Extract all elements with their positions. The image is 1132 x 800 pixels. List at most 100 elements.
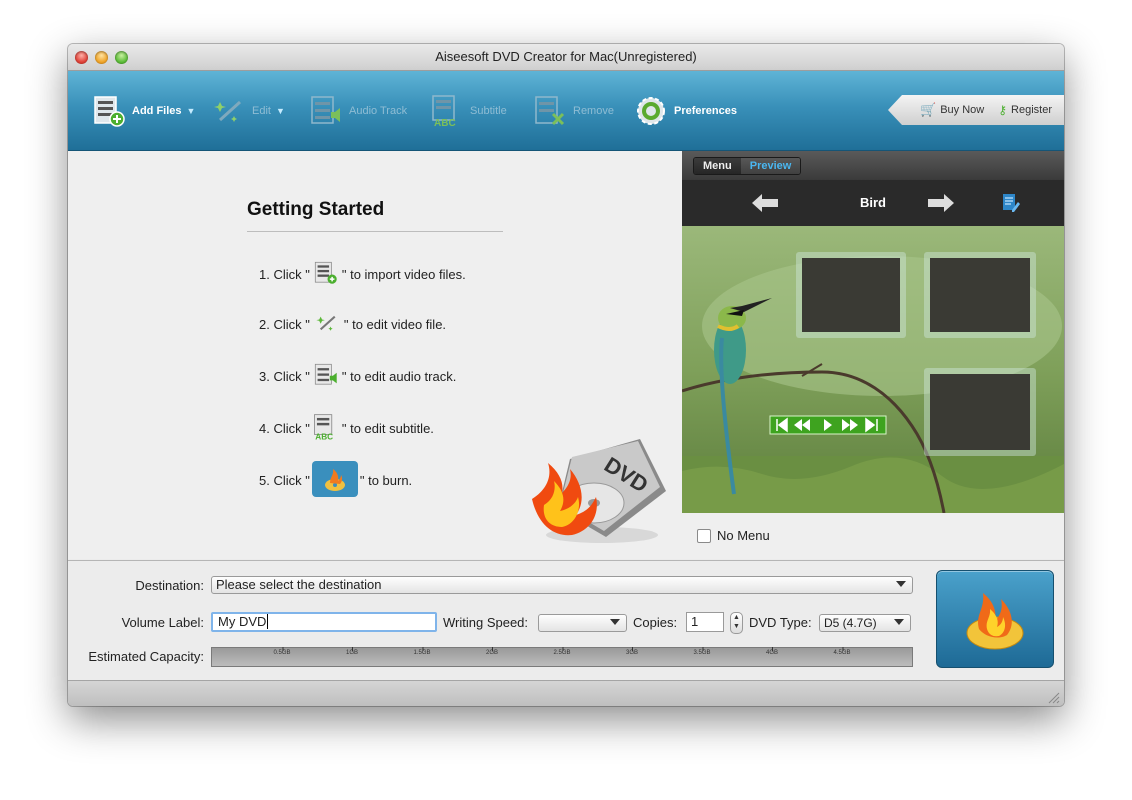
edit-label: Edit [252, 105, 271, 117]
capacity-label: Estimated Capacity: [88, 649, 204, 664]
buy-now-button[interactable]: 🛒 Buy Now [920, 102, 984, 118]
capacity-tick: 4GB [765, 647, 779, 656]
capacity-tick: 3.5GB [693, 647, 711, 656]
burn-icon [966, 593, 1024, 650]
subtitle-icon: ABC [432, 95, 456, 128]
step-2: 2. Click " " to edit video file. [259, 311, 446, 338]
preferences-label: Preferences [674, 105, 737, 117]
playback-controls[interactable] [769, 415, 887, 435]
dvd-type-select[interactable]: D5 (4.7G) [819, 614, 911, 632]
key-icon: ⚷ [998, 103, 1008, 117]
audio-track-icon [312, 362, 340, 391]
buy-now-label: Buy Now [940, 104, 985, 116]
subtitle-icon: ABC [312, 413, 340, 444]
dvd-logo: DVD [530, 439, 668, 552]
resize-grip-icon[interactable] [1046, 690, 1060, 704]
copies-label: Copies: [633, 615, 678, 630]
capacity-tick: 1GB [345, 647, 359, 656]
chevron-down-icon [894, 619, 904, 625]
app-window: Aiseesoft DVD Creator for Mac(Unregister… [68, 44, 1064, 706]
edit-button[interactable]: Edit ▼ [212, 93, 285, 129]
main-toolbar: Add Files ▼ Edit ▼ Audio Track ABC Subti… [68, 71, 1064, 151]
add-files-label: Add Files [132, 105, 182, 117]
step-1: 1. Click " " to import video files. [259, 260, 466, 289]
volume-label-input[interactable]: My DVD [211, 612, 437, 632]
menu-preview-image [682, 226, 1064, 513]
menu-thumbnail-slot [796, 252, 906, 338]
step-text: " to edit subtitle. [341, 421, 434, 436]
tab-menu[interactable]: Menu [694, 158, 741, 174]
template-navbar: Bird [682, 180, 1064, 226]
copies-input[interactable]: 1 [686, 612, 724, 632]
chevron-down-icon: ▼ [275, 106, 285, 116]
window-title: Aiseesoft DVD Creator for Mac(Unregister… [435, 49, 697, 64]
register-label: Register [1011, 104, 1052, 116]
title-bar: Aiseesoft DVD Creator for Mac(Unregister… [68, 44, 1064, 71]
writing-speed-select[interactable] [538, 614, 627, 632]
step-text: 5. Click " [259, 473, 310, 488]
volume-value: My DVD [218, 614, 267, 629]
step-5: 5. Click " " to burn. [259, 461, 412, 500]
tab-preview[interactable]: Preview [740, 158, 801, 174]
dvd-type-value: D5 (4.7G) [824, 616, 877, 630]
menu-thumbnail-slot [924, 368, 1036, 456]
menu-thumbnail-slot [924, 252, 1036, 338]
capacity-bar: 0.5GB 1GB 1.5GB 2GB 2.5GB 3GB 3.5GB 4GB … [211, 647, 913, 667]
arrow-right-icon[interactable] [928, 194, 954, 212]
remove-label: Remove [573, 105, 614, 117]
step-text: " to import video files. [341, 267, 466, 282]
register-button[interactable]: ⚷ Register [998, 103, 1052, 117]
svg-text:ABC: ABC [315, 432, 333, 441]
capacity-tick: 0.5GB [273, 647, 291, 656]
no-menu-label: No Menu [717, 528, 770, 543]
step-3: 3. Click " " to edit audio track. [259, 362, 456, 391]
step-text: " to edit audio track. [341, 369, 457, 384]
step-text: " to burn. [359, 473, 413, 488]
cart-icon: 🛒 [920, 102, 937, 117]
add-files-icon [94, 96, 125, 127]
copies-stepper[interactable]: ▲ ▼ [730, 612, 743, 634]
chevron-down-icon: ▼ [186, 106, 196, 116]
destination-label: Destination: [135, 578, 204, 593]
step-text: 2. Click " [259, 317, 310, 332]
purchase-panel: 🛒 Buy Now ⚷ Register [888, 95, 1064, 125]
subtitle-label: Subtitle [470, 105, 507, 117]
destination-select[interactable]: Please select the destination [211, 576, 913, 594]
step-text: 4. Click " [259, 421, 310, 436]
preview-tabstrip: Menu Preview [682, 151, 1064, 180]
preferences-button[interactable]: Preferences [634, 93, 737, 129]
capacity-tick: 2.5GB [553, 647, 571, 656]
audio-track-label: Audio Track [349, 105, 408, 117]
step-4: 4. Click " ABC " to edit subtitle. [259, 413, 434, 444]
audio-track-button[interactable]: Audio Track [309, 93, 407, 129]
remove-icon [535, 96, 565, 126]
getting-started-title: Getting Started [247, 199, 385, 220]
capacity-tick: 1.5GB [413, 647, 431, 656]
capacity-tick: 4.5GB [833, 647, 851, 656]
chevron-down-icon [896, 581, 906, 587]
add-files-button[interactable]: Add Files ▼ [92, 93, 195, 129]
dvd-type-label: DVD Type: [749, 615, 812, 630]
svg-text:ABC: ABC [434, 118, 456, 128]
getting-started-panel: Getting Started 1. Click " " to import v… [68, 151, 683, 559]
audio-track-icon [311, 96, 340, 124]
output-settings: Destination: Please select the destinati… [68, 560, 1064, 681]
writing-speed-label: Writing Speed: [443, 615, 529, 630]
preview-panel: Menu Preview Bird No Menu [682, 151, 1064, 559]
preview-tabs: Menu Preview [693, 157, 802, 175]
remove-button[interactable]: Remove [533, 93, 614, 129]
edit-wand-icon [214, 100, 242, 122]
no-menu-checkbox[interactable]: No Menu [697, 528, 770, 543]
step-text: 3. Click " [259, 369, 310, 384]
status-bar [68, 680, 1064, 706]
step-text: 1. Click " [259, 267, 310, 282]
edit-menu-icon[interactable] [1002, 193, 1020, 213]
add-files-icon [312, 260, 340, 289]
edit-wand-icon [312, 311, 342, 338]
checkbox-box[interactable] [697, 528, 711, 543]
destination-value: Please select the destination [216, 577, 382, 592]
burn-button[interactable] [936, 570, 1054, 668]
chevron-down-icon [610, 619, 620, 625]
capacity-tick: 2GB [485, 647, 499, 656]
subtitle-button[interactable]: ABC Subtitle [430, 93, 507, 129]
